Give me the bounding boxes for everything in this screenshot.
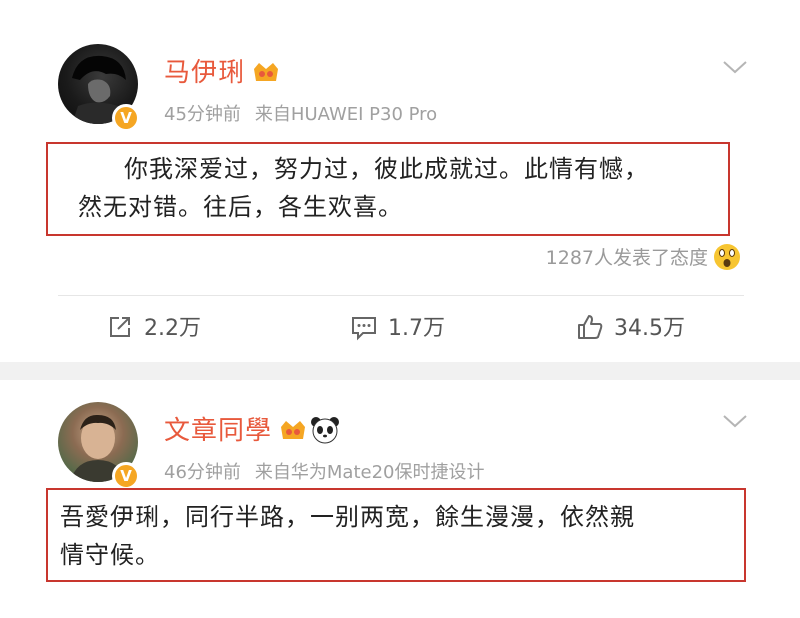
- divider: [58, 295, 744, 296]
- username[interactable]: 文章同學: [164, 416, 272, 446]
- post-content-line-2: 情守候。: [60, 541, 160, 569]
- post-content-line-1: 吾愛伊琍，同行半路，一别两宽，餘生漫漫，依然親: [60, 503, 635, 531]
- crown-badge-icon: [281, 421, 306, 439]
- post-separator: [0, 362, 800, 380]
- post-time: 45分钟前: [164, 104, 241, 125]
- share-icon: [110, 317, 130, 337]
- comment-count: 1.7万: [388, 316, 445, 341]
- post-time: 46分钟前: [164, 462, 241, 483]
- weibo-post-2: V 文章同學 46分钟前 来自华为Mate20保时捷设计 吾愛伊琍，同行半路，一别…: [0, 380, 800, 618]
- chevron-down-icon[interactable]: [722, 414, 748, 428]
- verified-icon: V: [112, 462, 140, 490]
- post-content-line-1: 你我深爱过，努力过，彼此成就过。此情有憾，: [124, 155, 649, 183]
- post-source[interactable]: 来自HUAWEI P30 Pro: [255, 104, 437, 125]
- chevron-down-icon[interactable]: [722, 60, 748, 74]
- post-meta: 46分钟前 来自华为Mate20保时捷设计: [164, 458, 485, 484]
- post-meta: 45分钟前 来自HUAWEI P30 Pro: [164, 100, 437, 126]
- post-content: 你我深爱过，努力过，彼此成就过。此情有憾， 然无对错。往后，各生欢喜。: [46, 142, 730, 236]
- username[interactable]: 马伊琍: [164, 58, 245, 88]
- weibo-post-1: V 马伊琍 45分钟前 来自HUAWEI P30 Pro 你我深爱过，努力过，彼此…: [0, 0, 800, 362]
- like-count: 34.5万: [614, 316, 685, 341]
- like-button[interactable]: 34.5万: [576, 312, 685, 346]
- reactions-count: 1287人发表了态度: [545, 247, 708, 269]
- crown-badge-icon: [254, 63, 279, 81]
- panda-emoji-icon: [311, 417, 340, 444]
- like-icon: [578, 315, 603, 339]
- share-button[interactable]: 2.2万: [106, 312, 201, 346]
- verified-icon: V: [112, 104, 140, 132]
- post-content: 吾愛伊琍，同行半路，一别两宽，餘生漫漫，依然親 情守候。: [46, 488, 746, 582]
- post-source[interactable]: 来自华为Mate20保时捷设计: [255, 462, 485, 483]
- post-content-line-2: 然无对错。往后，各生欢喜。: [78, 193, 403, 221]
- comment-button[interactable]: 1.7万: [350, 312, 445, 346]
- wow-emoji-icon: [714, 244, 740, 270]
- reactions-summary[interactable]: 1287人发表了态度: [546, 242, 742, 272]
- share-count: 2.2万: [144, 316, 201, 341]
- comment-icon: [352, 317, 376, 341]
